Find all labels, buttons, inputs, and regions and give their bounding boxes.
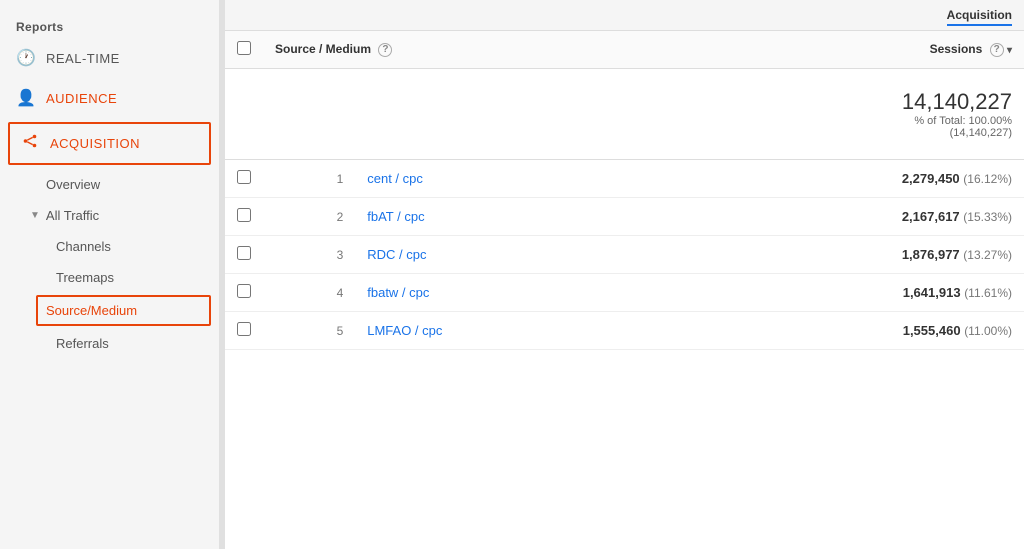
sidebar-sub-item-treemaps[interactable]: Treemaps [0,262,219,293]
row-4-source-cell: fbatw / cpc [355,274,653,312]
totals-row: 14,140,227 % of Total: 100.00% (14,140,2… [225,69,1024,160]
row-3-checkbox[interactable] [237,246,251,260]
table-group-header-row: Acquisition [225,0,1024,31]
row-2-checkbox[interactable] [237,208,251,222]
sidebar-item-realtime[interactable]: 🕐 REAL-TIME [0,38,219,78]
row-1-pct: (16.12%) [963,172,1012,186]
row-1-source-link[interactable]: cent / cpc [367,171,423,186]
group-header-checkbox-cell [225,0,263,31]
person-icon: 👤 [16,88,36,108]
sidebar: Reports 🕐 REAL-TIME 👤 AUDIENCE ACQUISITI… [0,0,220,549]
acquisition-group-label: Acquisition [947,8,1012,26]
select-all-checkbox[interactable] [237,41,251,55]
row-2-sessions: 2,167,617 (15.33%) [653,198,1024,236]
sub-header-checkbox[interactable] [225,31,263,69]
row-1-sessions: 2,279,450 (16.12%) [653,160,1024,198]
sidebar-sub-item-referrals[interactable]: Referrals [0,328,219,359]
row-3-source-cell: RDC / cpc [355,236,653,274]
table-row: 4 fbatw / cpc 1,641,913 (11.61%) [225,274,1024,312]
totals-parens: (14,140,227) [665,127,1012,139]
sort-down-icon: ▾ [1007,45,1012,56]
totals-sessions-value: 14,140,227 [665,89,1012,115]
group-header-source-cell [263,0,653,31]
row-5-source-cell: LMFAO / cpc [355,312,653,350]
sidebar-sub-item-all-traffic[interactable]: ▼ All Traffic [0,200,219,231]
source-medium-help-icon[interactable]: ? [378,43,392,57]
totals-checkbox-cell [225,69,263,160]
row-4-source-link[interactable]: fbatw / cpc [367,285,429,300]
row-4-checkbox-cell[interactable] [225,274,263,312]
acquisition-label: ACQUISITION [50,136,140,151]
acquisition-icon [20,132,40,155]
sub-header-source-medium: Source / Medium ? [263,31,653,69]
totals-label-cell [263,69,653,160]
row-2-rank: 2 [263,198,355,236]
row-2-source-link[interactable]: fbAT / cpc [367,209,424,224]
row-3-source-link[interactable]: RDC / cpc [367,247,426,262]
row-1-rank: 1 [263,160,355,198]
row-2-pct: (15.33%) [963,210,1012,224]
row-4-checkbox[interactable] [237,284,251,298]
row-3-rank: 3 [263,236,355,274]
row-1-source-cell: cent / cpc [355,160,653,198]
row-5-checkbox[interactable] [237,322,251,336]
row-4-rank: 4 [263,274,355,312]
sessions-help-icon[interactable]: ? [990,43,1004,57]
reports-title: Reports [0,12,219,38]
row-5-sessions: 1,555,460 (11.00%) [653,312,1024,350]
sidebar-sub-item-channels[interactable]: Channels [0,231,219,262]
row-5-rank: 5 [263,312,355,350]
table-sub-header-row: Source / Medium ? Sessions ? ▾ [225,31,1024,69]
table-row: 5 LMFAO / cpc 1,555,460 (11.00%) [225,312,1024,350]
row-2-source-cell: fbAT / cpc [355,198,653,236]
totals-percent-label: % of Total: 100.00% [665,115,1012,127]
row-5-pct: (11.00%) [964,324,1012,338]
clock-icon: 🕐 [16,48,36,68]
row-4-sessions: 1,641,913 (11.61%) [653,274,1024,312]
data-table: Acquisition Source / Medium ? Sessions ?… [225,0,1024,350]
group-header-acquisition-cell: Acquisition [653,0,1024,31]
row-3-pct: (13.27%) [963,248,1012,262]
row-3-checkbox-cell[interactable] [225,236,263,274]
row-4-pct: (11.61%) [964,286,1012,300]
table-row: 1 cent / cpc 2,279,450 (16.12%) [225,160,1024,198]
row-1-checkbox[interactable] [237,170,251,184]
triangle-icon: ▼ [30,210,40,221]
row-5-checkbox-cell[interactable] [225,312,263,350]
row-2-checkbox-cell[interactable] [225,198,263,236]
realtime-label: REAL-TIME [46,51,120,66]
sidebar-sub-item-overview[interactable]: Overview [0,169,219,200]
row-3-sessions: 1,876,977 (13.27%) [653,236,1024,274]
totals-value-cell: 14,140,227 % of Total: 100.00% (14,140,2… [653,69,1024,160]
main-content: Acquisition Source / Medium ? Sessions ?… [225,0,1024,549]
sub-header-sessions[interactable]: Sessions ? ▾ [653,31,1024,69]
table-row: 3 RDC / cpc 1,876,977 (13.27%) [225,236,1024,274]
sidebar-item-acquisition[interactable]: ACQUISITION [8,122,211,165]
row-5-source-link[interactable]: LMFAO / cpc [367,323,442,338]
row-1-checkbox-cell[interactable] [225,160,263,198]
audience-label: AUDIENCE [46,91,117,106]
sidebar-sub-item-source-medium[interactable]: Source/Medium [36,295,211,326]
table-row: 2 fbAT / cpc 2,167,617 (15.33%) [225,198,1024,236]
sidebar-item-audience[interactable]: 👤 AUDIENCE [0,78,219,118]
